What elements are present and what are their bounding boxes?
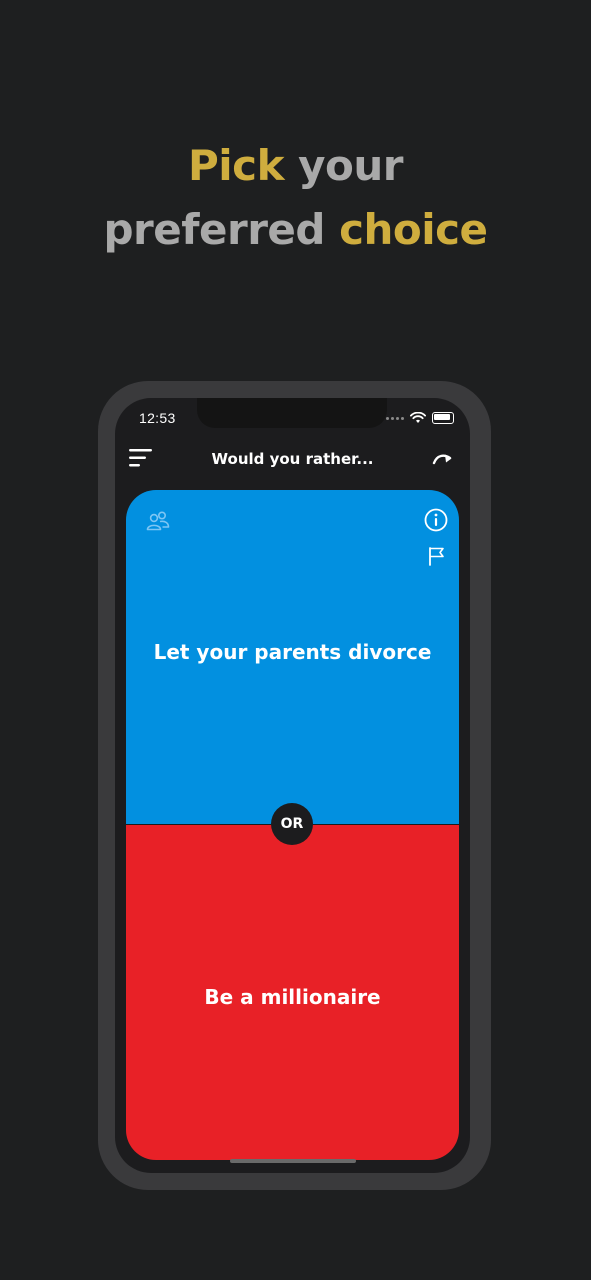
people-icon[interactable] (146, 510, 170, 532)
promo-page: Pick your preferred choice 12:53 Would y… (0, 0, 591, 1280)
top-navbar: Would you rather... (115, 444, 470, 474)
wifi-icon (410, 412, 426, 423)
headline-text-preferred: preferred (103, 205, 340, 254)
option-a-panel[interactable]: Let your parents divorce (126, 490, 459, 824)
battery-icon (432, 412, 454, 424)
home-indicator (230, 1159, 356, 1163)
headline-line-1: Pick your (0, 134, 591, 198)
option-a-text: Let your parents divorce (153, 640, 432, 664)
headline-highlight-pick: Pick (188, 141, 285, 190)
question-card: Let your parents divorce Be a millionair… (126, 490, 459, 1160)
phone-notch (197, 398, 387, 428)
info-icon[interactable] (424, 508, 448, 532)
headline-highlight-choice: choice (339, 205, 488, 254)
headline-text-your: your (284, 141, 403, 190)
headline-line-2: preferred choice (0, 198, 591, 262)
signal-icon (386, 416, 404, 420)
phone-screen: 12:53 Would you rather... Let your paren… (115, 398, 470, 1173)
status-time: 12:53 (139, 410, 176, 426)
redo-arrow-icon[interactable] (432, 450, 454, 466)
option-b-text: Be a millionaire (204, 985, 381, 1009)
status-icons (386, 412, 454, 424)
option-b-panel[interactable]: Be a millionaire (126, 825, 459, 1160)
or-badge: OR (271, 803, 313, 845)
flag-icon[interactable] (428, 546, 446, 566)
nav-title: Would you rather... (211, 450, 374, 468)
promo-headline: Pick your preferred choice (0, 134, 591, 262)
